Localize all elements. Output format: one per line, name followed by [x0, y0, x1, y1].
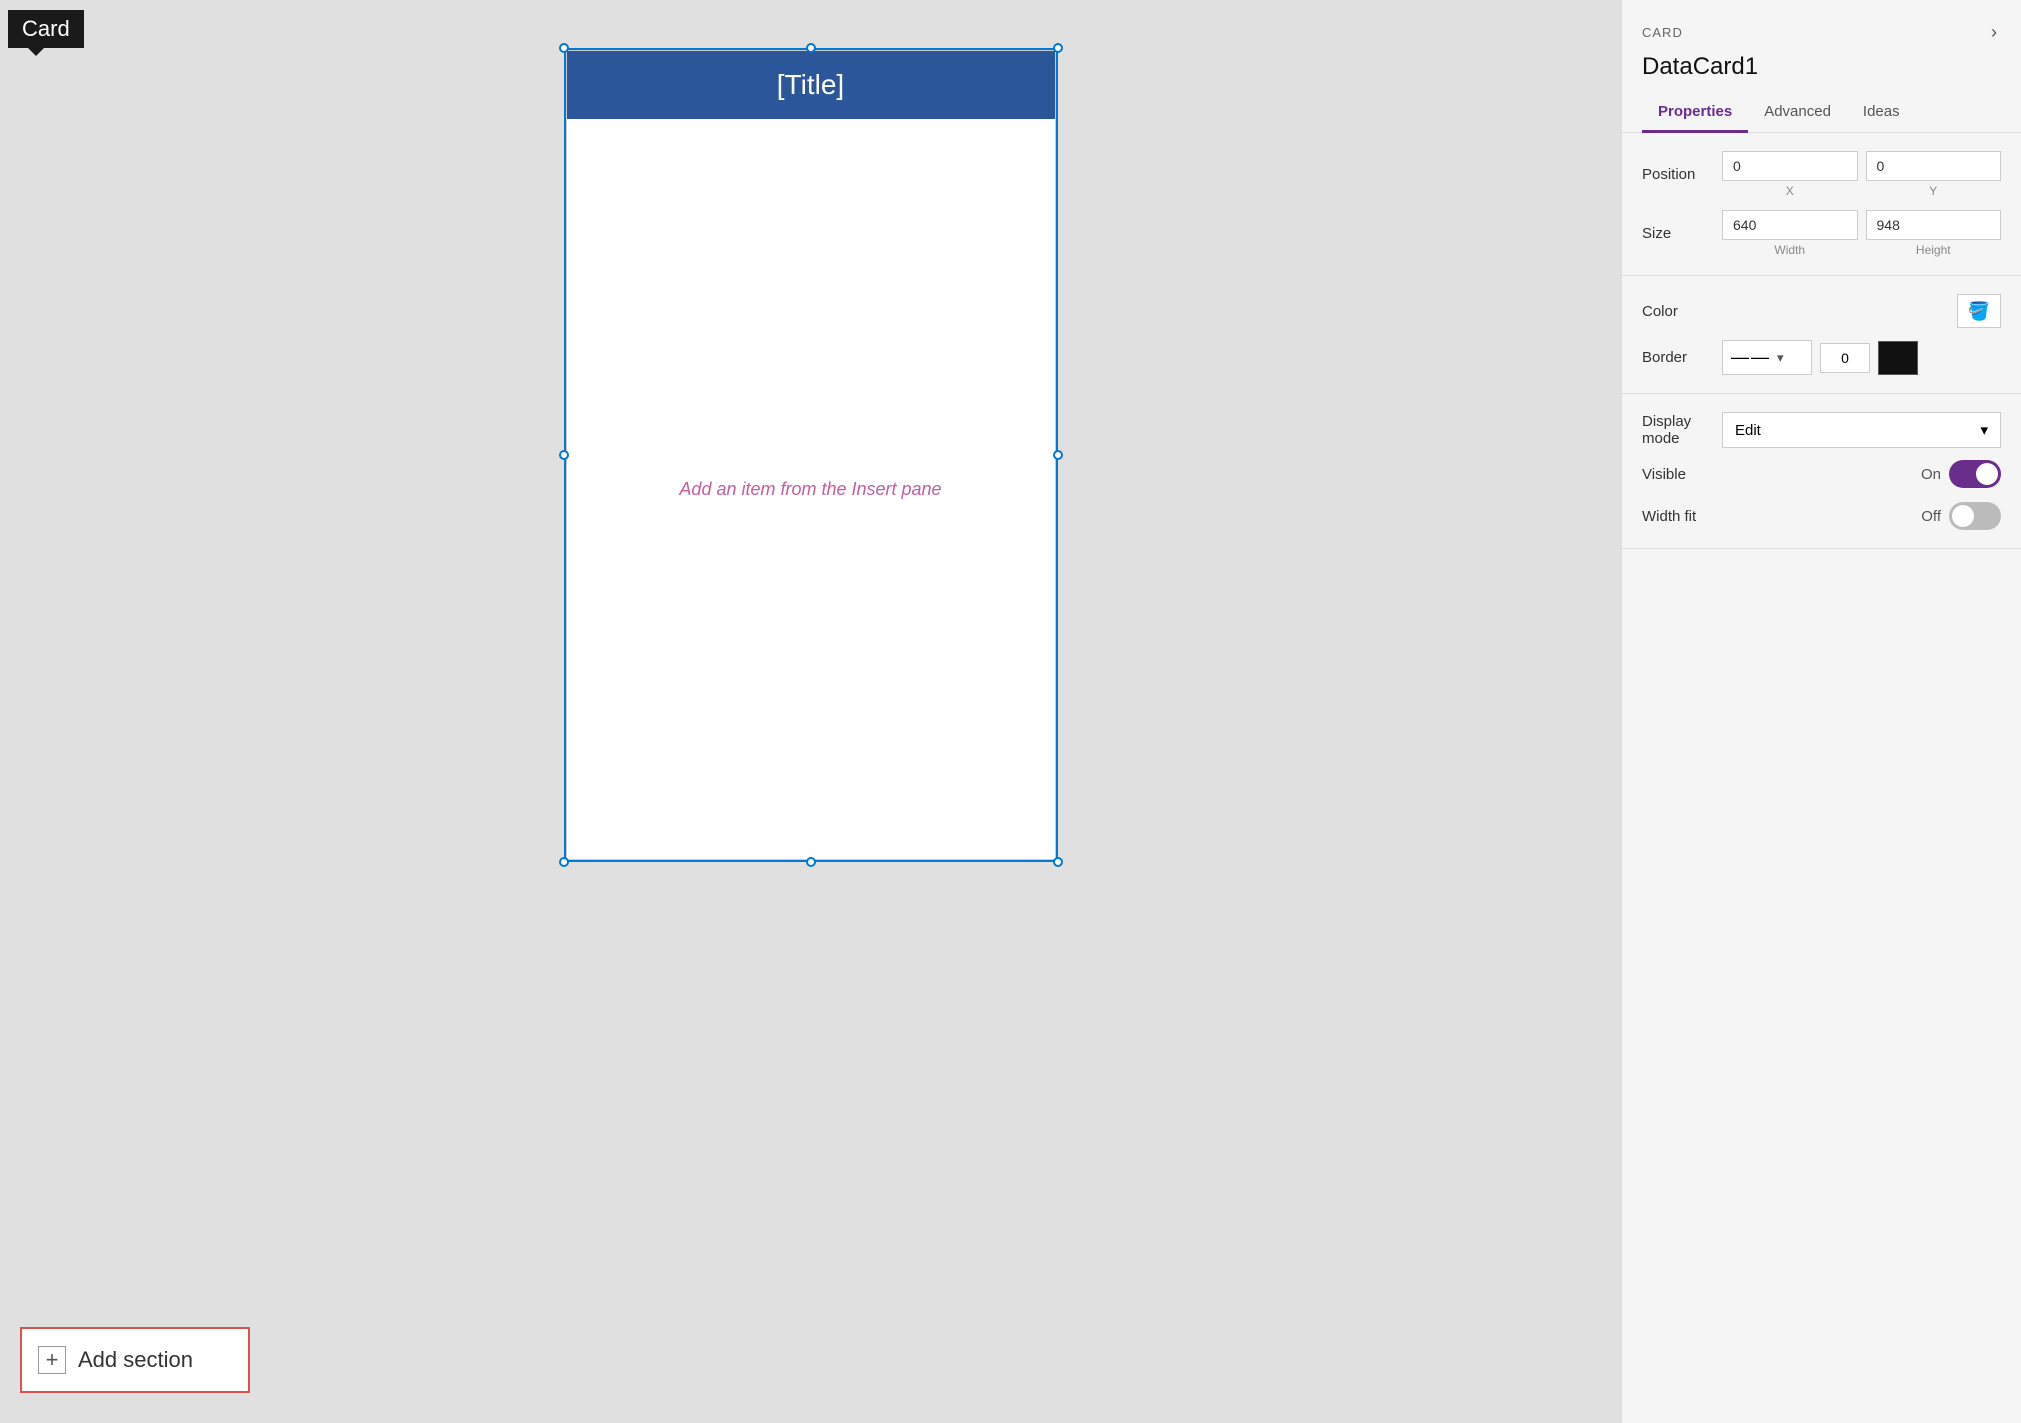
close-icon: ›: [1991, 22, 1997, 42]
tab-advanced[interactable]: Advanced: [1748, 93, 1847, 133]
visible-state-label: On: [1921, 466, 1941, 483]
card-body[interactable]: Add an item from the Insert pane: [567, 119, 1055, 859]
tab-properties[interactable]: Properties: [1642, 93, 1748, 133]
card-placeholder: Add an item from the Insert pane: [679, 479, 941, 500]
border-controls: —— ▾: [1722, 340, 2001, 375]
display-mode-section: Display mode Edit ▾ Visible On: [1622, 394, 2021, 549]
position-x-label: X: [1786, 184, 1794, 198]
card-container[interactable]: [Title] Add an item from the Insert pane: [566, 50, 1056, 860]
visible-toggle-slider: [1949, 460, 2001, 488]
panel-tabs: Properties Advanced Ideas: [1622, 81, 2021, 133]
display-mode-row: Display mode Edit ▾: [1642, 412, 2001, 448]
add-section-plus-icon: +: [38, 1346, 66, 1374]
visible-row: Visible On: [1642, 460, 2001, 488]
panel-component-name: DataCard1: [1622, 47, 2021, 81]
position-y-group: Y: [1866, 151, 2002, 198]
display-mode-select[interactable]: Edit ▾: [1722, 412, 2001, 448]
add-section-button[interactable]: + Add section: [20, 1327, 250, 1393]
position-size-section: Position X Y Size: [1622, 133, 2021, 276]
width-fit-toggle-slider: [1949, 502, 2001, 530]
size-width-label: Width: [1774, 243, 1805, 257]
handle-bottom-right[interactable]: [1053, 857, 1063, 867]
panel-content: Position X Y Size: [1622, 133, 2021, 1423]
card-label: Card: [22, 16, 70, 41]
display-mode-label: Display mode: [1642, 413, 1722, 447]
visible-toggle[interactable]: [1949, 460, 2001, 488]
size-label: Size: [1642, 225, 1722, 242]
color-picker-button[interactable]: 🪣: [1957, 294, 2001, 328]
border-color-swatch[interactable]: [1878, 341, 1918, 375]
chevron-down-icon: ▾: [1980, 421, 1988, 439]
position-inputs: X Y: [1722, 151, 2001, 198]
width-fit-toggle-group: Off: [1921, 502, 2001, 530]
card-header: [Title]: [567, 51, 1055, 119]
panel-close-button[interactable]: ›: [1987, 18, 2001, 47]
size-width-input[interactable]: [1722, 210, 1858, 240]
panel-header: CARD ›: [1622, 0, 2021, 47]
size-height-input[interactable]: [1866, 210, 2002, 240]
color-label: Color: [1642, 303, 1722, 320]
handle-top-right[interactable]: [1053, 43, 1063, 53]
add-section-label: Add section: [78, 1347, 193, 1373]
position-label: Position: [1642, 166, 1722, 183]
border-style-select[interactable]: —— ▾: [1722, 340, 1812, 375]
width-fit-row: Width fit Off: [1642, 502, 2001, 530]
size-row: Size Width Height: [1642, 210, 2001, 257]
canvas-area: Card [Title] Add an item from the Insert…: [0, 0, 1621, 1423]
handle-top-center[interactable]: [806, 43, 816, 53]
data-card[interactable]: [Title] Add an item from the Insert pane: [566, 50, 1056, 860]
border-label: Border: [1642, 349, 1722, 366]
handle-top-left[interactable]: [559, 43, 569, 53]
width-fit-label: Width fit: [1642, 508, 1722, 525]
position-y-label: Y: [1929, 184, 1937, 198]
handle-middle-left[interactable]: [559, 450, 569, 460]
display-mode-value: Edit: [1735, 422, 1761, 439]
color-border-section: Color 🪣 Border —— ▾: [1622, 276, 2021, 394]
visible-toggle-knob: [1976, 463, 1998, 485]
card-tooltip: Card: [8, 10, 84, 48]
visible-toggle-group: On: [1921, 460, 2001, 488]
position-y-input[interactable]: [1866, 151, 2002, 181]
size-height-label: Height: [1916, 243, 1951, 257]
panel-card-type: CARD: [1642, 25, 1683, 40]
width-fit-toggle[interactable]: [1949, 502, 2001, 530]
border-row: Border —— ▾: [1642, 340, 2001, 375]
border-line-icon: ——: [1731, 347, 1771, 368]
chevron-down-icon: ▾: [1777, 350, 1784, 366]
paint-bucket-icon: 🪣: [1968, 301, 1990, 322]
properties-panel: CARD › DataCard1 Properties Advanced Ide…: [1621, 0, 2021, 1423]
handle-bottom-center[interactable]: [806, 857, 816, 867]
size-height-group: Height: [1866, 210, 2002, 257]
handle-middle-right[interactable]: [1053, 450, 1063, 460]
handle-bottom-left[interactable]: [559, 857, 569, 867]
position-row: Position X Y: [1642, 151, 2001, 198]
border-width-input[interactable]: [1820, 343, 1870, 373]
card-title-text: [Title]: [777, 69, 844, 100]
visible-label: Visible: [1642, 466, 1722, 483]
position-x-group: X: [1722, 151, 1858, 198]
size-width-group: Width: [1722, 210, 1858, 257]
tab-ideas[interactable]: Ideas: [1847, 93, 1916, 133]
width-fit-toggle-knob: [1952, 505, 1974, 527]
color-row: Color 🪣: [1642, 294, 2001, 328]
position-x-input[interactable]: [1722, 151, 1858, 181]
width-fit-state-label: Off: [1921, 508, 1941, 525]
size-inputs: Width Height: [1722, 210, 2001, 257]
